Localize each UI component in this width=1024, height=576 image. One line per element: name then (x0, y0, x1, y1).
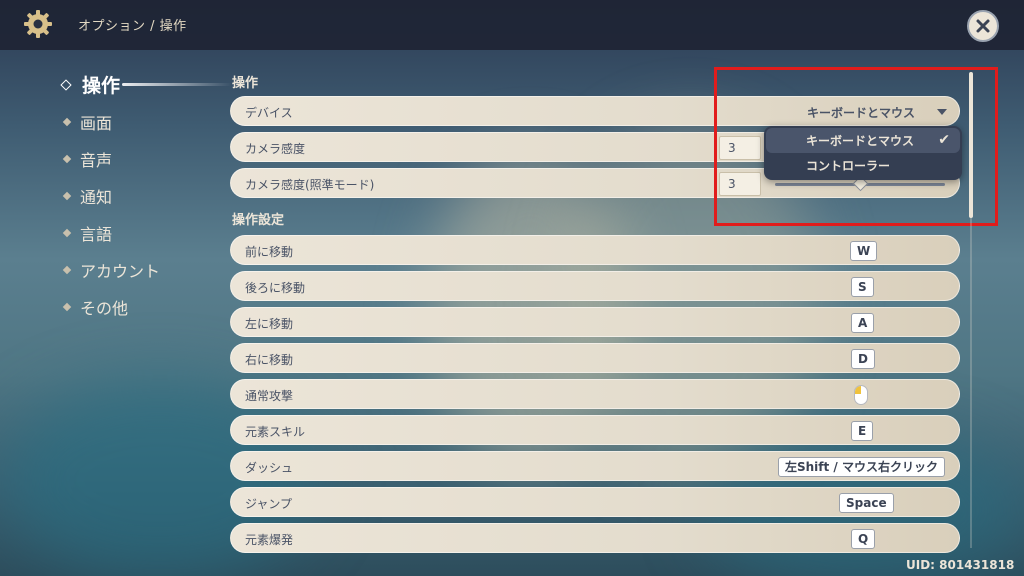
camera-sensitivity-label: カメラ感度 (245, 142, 306, 156)
keybind-key[interactable]: A (851, 313, 875, 333)
keybind-row[interactable]: ダッシュ 左Shift / マウス右クリック (230, 451, 960, 481)
sidebar-item-label: 操作 (82, 75, 121, 97)
sidebar-item-label: その他 (80, 298, 129, 318)
keybind-label: 右に移動 (245, 353, 294, 367)
keybind-row[interactable]: 右に移動 D (230, 343, 960, 373)
sidebar-item-label: アカウント (80, 261, 161, 281)
sidebar-item-label: 言語 (80, 224, 113, 244)
camera-aim-sensitivity-label: カメラ感度(照準モード) (245, 178, 375, 192)
keybind-label: 左に移動 (245, 317, 294, 331)
section-title-keybinds: 操作設定 (232, 213, 285, 228)
diamond-icon (60, 78, 72, 91)
diamond-icon (62, 302, 72, 311)
uid-label: UID: 801431818 (906, 558, 1015, 572)
keybind-row[interactable]: ジャンプ Space (230, 487, 960, 517)
sidebar-item-other[interactable]: その他 (60, 288, 210, 325)
sidebar-item-label: 音声 (80, 150, 113, 170)
top-bar: オプション / 操作 (0, 0, 1024, 50)
keybind-row[interactable]: 左に移動 A (230, 307, 960, 337)
scroll-track[interactable] (970, 218, 972, 548)
keybind-label: 元素爆発 (245, 533, 294, 547)
keybind-label: 元素スキル (245, 425, 306, 439)
keybind-row[interactable]: 通常攻撃 (230, 379, 960, 409)
keybind-key[interactable]: S (851, 277, 874, 297)
highlight-box (714, 67, 998, 226)
keybind-key[interactable]: W (850, 241, 878, 261)
keybind-label: ジャンプ (245, 497, 293, 511)
section-title-controls: 操作 (232, 76, 259, 91)
close-button[interactable] (967, 10, 999, 42)
close-icon (976, 19, 990, 33)
keybind-key[interactable]: D (851, 349, 875, 369)
sidebar-item-label: 通知 (80, 187, 113, 207)
sidebar-nav: 操作 画面 音声 通知 言語 アカウント その他 (60, 66, 232, 325)
keybind-label: 通常攻撃 (245, 389, 294, 403)
diamond-icon (62, 265, 72, 274)
diamond-icon (62, 191, 72, 200)
keybind-key[interactable]: E (851, 421, 874, 441)
keybind-key[interactable]: Q (851, 529, 876, 549)
keybind-row[interactable]: 元素スキル E (230, 415, 960, 445)
diamond-icon (62, 228, 72, 237)
diamond-icon (62, 117, 72, 126)
keybind-row[interactable]: 前に移動 W (230, 235, 960, 265)
breadcrumb: オプション / 操作 (78, 19, 187, 34)
sidebar-item-language[interactable]: 言語 (60, 214, 210, 251)
mouse-left-click-icon[interactable] (854, 385, 868, 405)
sidebar-item-notifications[interactable]: 通知 (60, 177, 210, 214)
sidebar-item-label: 画面 (80, 113, 113, 133)
diamond-icon (62, 154, 72, 163)
sidebar-item-account[interactable]: アカウント (60, 251, 210, 288)
keybind-key[interactable]: Space (839, 493, 894, 513)
keybind-key[interactable]: 左Shift / マウス右クリック (778, 457, 945, 477)
keybind-row[interactable]: 元素爆発 Q (230, 523, 960, 553)
keybind-row[interactable]: 後ろに移動 S (230, 271, 960, 301)
device-label: デバイス (245, 106, 293, 120)
keybind-label: ダッシュ (245, 461, 294, 475)
keybind-label: 後ろに移動 (245, 281, 306, 295)
scrollbar-thumb[interactable] (969, 72, 973, 218)
sidebar-item-audio[interactable]: 音声 (60, 140, 210, 177)
sidebar-item-controls[interactable]: 操作 (60, 66, 232, 103)
keybind-label: 前に移動 (245, 245, 294, 259)
gear-icon (24, 10, 52, 38)
sidebar-item-graphics[interactable]: 画面 (60, 103, 210, 140)
